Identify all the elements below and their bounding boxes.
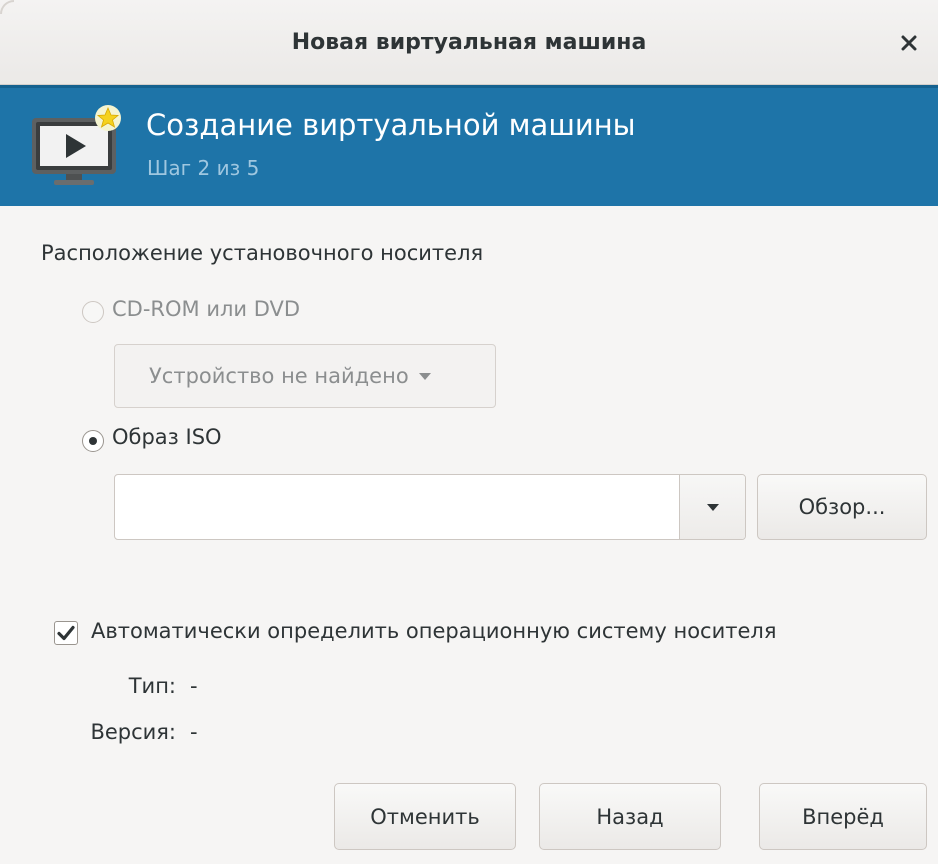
cdrom-device-select[interactable]: Устройство не найдено <box>114 344 496 408</box>
os-type-value: - <box>190 674 198 698</box>
window-title: Новая виртуальная машина <box>291 30 647 55</box>
banner-title: Создание виртуальной машины <box>146 108 636 142</box>
titlebar: Новая виртуальная машина <box>0 0 938 85</box>
window-corner <box>0 0 14 14</box>
forward-button[interactable]: Вперёд <box>759 783 927 850</box>
back-button[interactable]: Назад <box>539 783 721 850</box>
browse-button[interactable]: Обзор... <box>757 474 927 540</box>
install-media-label: Расположение установочного носителя <box>41 241 484 265</box>
cdrom-radio-label: CD-ROM или DVD <box>112 297 301 321</box>
checkmark-icon <box>57 625 75 641</box>
iso-radio[interactable] <box>82 430 104 452</box>
cdrom-radio[interactable] <box>82 301 104 323</box>
chevron-down-icon <box>418 372 431 380</box>
iso-path-input[interactable] <box>114 474 746 540</box>
monitor-play-icon <box>32 105 121 185</box>
os-version-value: - <box>190 720 198 744</box>
wizard-banner: Создание виртуальной машины Шаг 2 из 5 <box>0 85 938 206</box>
close-icon <box>901 35 917 51</box>
os-version-label: Версия: <box>90 720 176 744</box>
close-button[interactable] <box>894 26 924 60</box>
iso-radio-label: Образ ISO <box>112 425 222 449</box>
cancel-button[interactable]: Отменить <box>334 783 516 850</box>
os-type-label: Тип: <box>128 674 176 698</box>
auto-detect-os-checkbox[interactable] <box>54 621 78 645</box>
step-indicator: Шаг 2 из 5 <box>147 156 260 180</box>
new-vm-dialog: Новая виртуальная машина Создание виртуа… <box>0 0 938 864</box>
auto-detect-os-label: Автоматически определить операционную си… <box>91 619 777 643</box>
cdrom-device-value: Устройство не найдено <box>149 364 409 388</box>
iso-history-dropdown-button[interactable] <box>679 475 745 539</box>
chevron-down-icon <box>706 503 719 511</box>
